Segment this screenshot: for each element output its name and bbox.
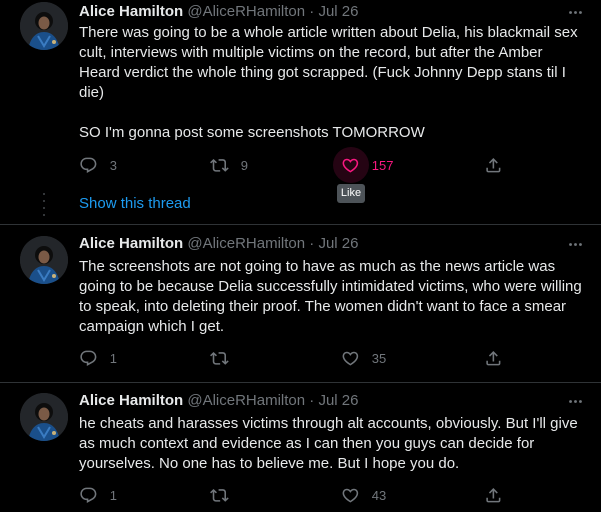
separator-dot: · [309,3,315,20]
reply-count: 1 [109,350,117,366]
show-thread-link[interactable]: Show this thread [79,194,191,214]
share-icon [486,350,501,366]
heart-icon [342,351,359,366]
divider [0,224,601,225]
more-icon[interactable] [565,234,585,254]
separator-dot: · [309,392,315,409]
retweet-button[interactable] [210,485,241,505]
tweet-header: Alice Hamilton @AliceRHamilton · Jul 26 [79,391,561,411]
avatar[interactable] [20,393,68,441]
more-icon[interactable] [565,2,585,22]
like-button[interactable]: 35 [341,348,386,368]
tweet-header: Alice Hamilton @AliceRHamilton · Jul 26 [79,234,561,254]
tweet[interactable]: Alice Hamilton @AliceRHamilton · Jul 26 … [0,0,601,192]
reply-icon [80,350,97,366]
separator-dot: · [309,235,315,252]
reply-button[interactable]: 1 [79,348,117,368]
reply-count: 3 [109,157,117,173]
heart-icon [342,488,359,503]
share-icon [486,157,501,173]
reply-button[interactable]: 3 [79,155,117,175]
share-button[interactable] [484,485,503,505]
like-count: 43 [371,487,387,503]
author-handle[interactable]: @AliceRHamilton [187,235,305,252]
author-name[interactable]: Alice Hamilton [79,235,183,252]
tweet-actions: 1 35 [79,348,509,368]
tweet-actions: 1 43 [79,485,509,505]
author-name[interactable]: Alice Hamilton [79,3,183,20]
more-icon[interactable] [565,391,585,411]
tweet[interactable]: Alice Hamilton @AliceRHamilton · Jul 26 … [0,391,601,512]
tweet-text: There was going to be a whole article wr… [79,24,578,141]
tweet-header: Alice Hamilton @AliceRHamilton · Jul 26 [79,2,561,22]
thread-connector [43,193,45,225]
share-icon [486,487,501,503]
tweet-date[interactable]: Jul 26 [318,392,358,409]
heart-icon [342,158,359,173]
divider [0,382,601,383]
like-button[interactable]: 43 [341,485,386,505]
avatar[interactable] [20,2,68,50]
like-count: 35 [371,350,387,366]
like-tooltip: Like [337,184,365,203]
retweet-button[interactable] [210,348,241,368]
tweet-date[interactable]: Jul 26 [318,3,358,20]
tweet-text: The screenshots are not going to have as… [79,258,586,335]
retweet-icon [210,158,229,172]
tweet-text: he cheats and harasses victims through a… [79,415,582,472]
tweet[interactable]: Alice Hamilton @AliceRHamilton · Jul 26 … [0,234,601,384]
reply-button[interactable]: 1 [79,485,117,505]
avatar[interactable] [20,236,68,284]
reply-count: 1 [109,487,117,503]
author-handle[interactable]: @AliceRHamilton [187,392,305,409]
author-handle[interactable]: @AliceRHamilton [187,3,305,20]
share-button[interactable] [484,348,503,368]
like-button[interactable]: 157 [333,147,394,183]
share-button[interactable] [484,155,503,175]
author-name[interactable]: Alice Hamilton [79,392,183,409]
reply-icon [80,487,97,503]
retweet-icon [210,488,229,502]
like-count: 157 [371,157,394,173]
tweet-actions: 3 9 157 [79,147,509,183]
retweet-button[interactable]: 9 [210,155,248,175]
retweet-icon [210,351,229,365]
reply-icon [80,157,97,173]
tweet-date[interactable]: Jul 26 [318,235,358,252]
retweet-count: 9 [240,157,248,173]
